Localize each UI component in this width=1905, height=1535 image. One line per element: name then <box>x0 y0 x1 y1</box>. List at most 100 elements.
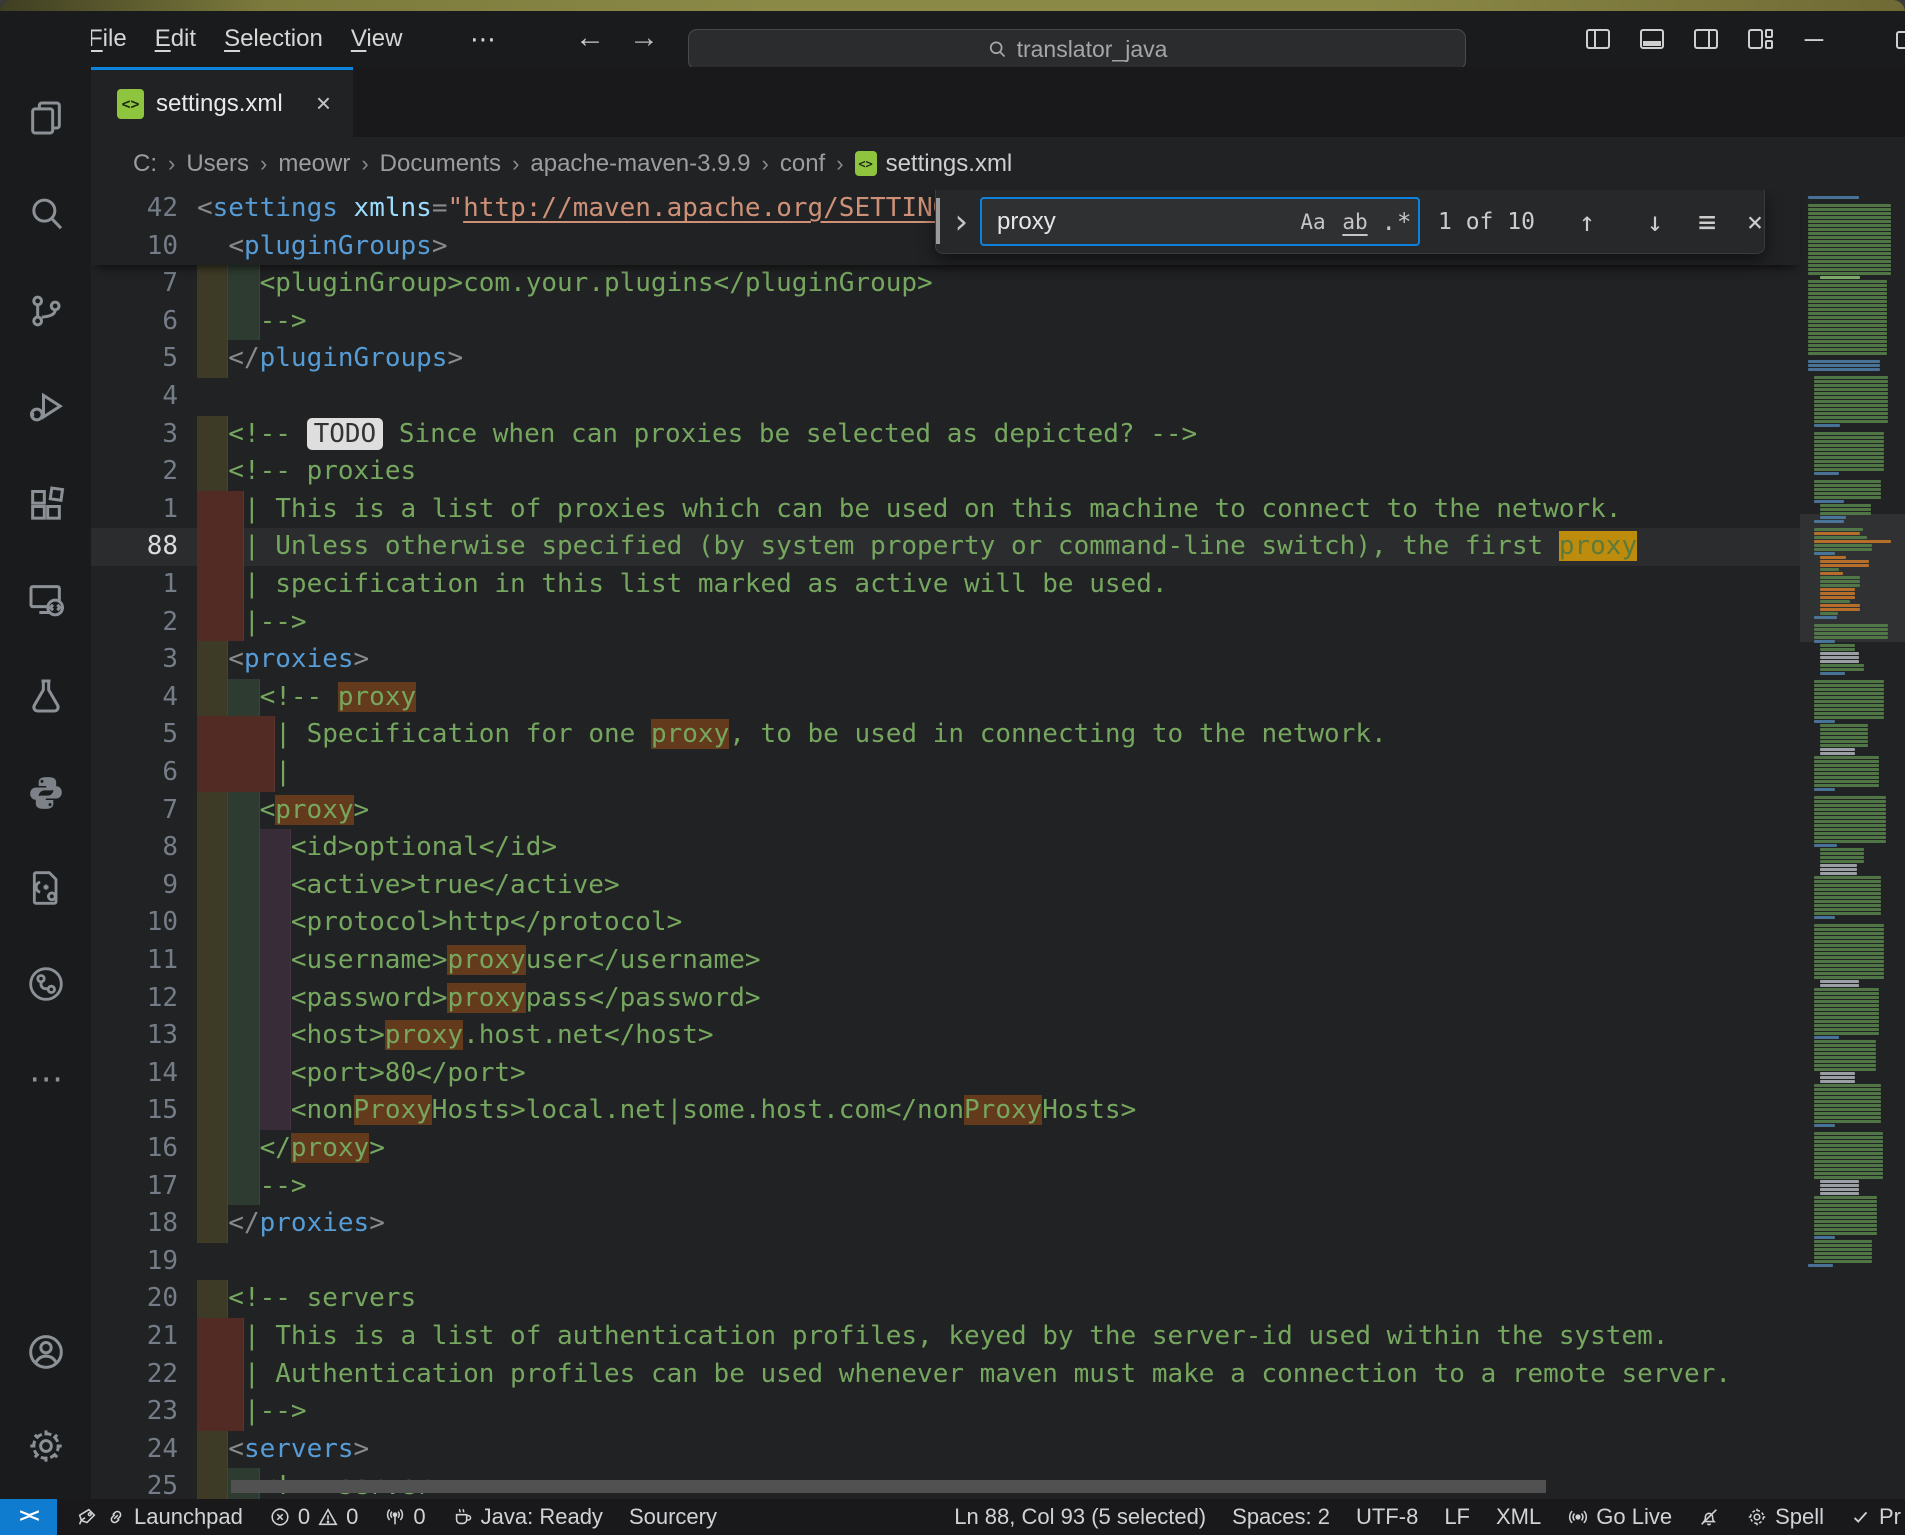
editor[interactable]: 7<pluginGroup>com.your.plugins</pluginGr… <box>91 190 1905 1499</box>
search-sidebar-icon[interactable] <box>25 193 67 235</box>
line-content[interactable]: <port>80</port> <box>197 1055 526 1093</box>
line-content[interactable]: </pluginGroups> <box>197 340 463 378</box>
line-content[interactable]: | This is a list of authentication profi… <box>197 1318 1668 1356</box>
line-content[interactable]: <!-- proxy <box>197 679 416 717</box>
line-content[interactable]: | Specification for one proxy, to be use… <box>197 716 1387 754</box>
code-line[interactable]: 12<password>proxypass</password> <box>91 980 1800 1018</box>
code-line[interactable]: 8<id>optional</id> <box>91 829 1800 867</box>
line-content[interactable]: | <box>197 754 291 792</box>
sourcery-item[interactable]: Sourcery <box>616 1499 730 1535</box>
find-close-icon[interactable]: × <box>1732 190 1778 254</box>
line-content[interactable]: | Authentication profiles can be used wh… <box>197 1356 1731 1394</box>
code-line[interactable]: 3<!-- TODO Since when can proxies be sel… <box>91 416 1800 454</box>
breadcrumb-item[interactable]: Users <box>186 150 249 178</box>
find-in-selection-icon[interactable]: ≡ <box>1684 190 1730 254</box>
toggle-replace-icon[interactable]: › <box>946 190 976 254</box>
explorer-icon[interactable] <box>25 97 67 139</box>
line-content[interactable]: --> <box>197 1168 307 1206</box>
code-line[interactable]: 4 <box>91 378 1800 416</box>
code-line[interactable]: 2|--> <box>91 604 1800 642</box>
spell-item[interactable]: Spell <box>1733 1499 1837 1535</box>
notifications-muted-item[interactable] <box>1685 1499 1733 1535</box>
remote-explorer-icon[interactable] <box>25 579 67 621</box>
line-content[interactable]: |--> <box>197 604 307 642</box>
breadcrumb-item[interactable]: C: <box>133 150 157 178</box>
line-content[interactable]: <!-- proxies <box>197 453 416 491</box>
line-content[interactable]: </proxies> <box>197 1205 385 1243</box>
line-content[interactable]: <username>proxyuser</username> <box>197 942 761 980</box>
line-content[interactable]: <host>proxy.host.net</host> <box>197 1017 714 1055</box>
source-control-icon[interactable] <box>25 290 67 332</box>
code-line[interactable]: 5</pluginGroups> <box>91 340 1800 378</box>
ports-item[interactable]: 0 <box>371 1499 438 1535</box>
menu-edit[interactable]: Edit <box>141 19 210 59</box>
line-content[interactable]: <proxy> <box>197 792 369 830</box>
line-content[interactable]: | specification in this list marked as a… <box>197 566 1168 604</box>
problems-item[interactable]: 0 0 <box>256 1499 372 1535</box>
cursor-position-item[interactable]: Ln 88, Col 93 (5 selected) <box>941 1499 1219 1535</box>
encoding-item[interactable]: UTF-8 <box>1343 1499 1431 1535</box>
launchpad-item[interactable]: Launchpad <box>63 1499 256 1535</box>
customize-layout-icon[interactable] <box>1733 11 1787 67</box>
code-line[interactable]: 17--> <box>91 1168 1800 1206</box>
regex-icon[interactable]: .* <box>1376 203 1418 241</box>
line-content[interactable]: <proxies> <box>197 641 369 679</box>
code-line[interactable]: 3<proxies> <box>91 641 1800 679</box>
whole-word-icon[interactable]: ab <box>1334 203 1376 241</box>
match-case-icon[interactable]: Aa <box>1292 203 1334 241</box>
code-line[interactable]: 9<active>true</active> <box>91 867 1800 905</box>
line-content[interactable]: | This is a list of proxies which can be… <box>197 491 1621 529</box>
code-line[interactable]: 4<!-- proxy <box>91 679 1800 717</box>
line-content[interactable]: | Unless otherwise specified (by system … <box>197 528 1637 566</box>
indentation-item[interactable]: Spaces: 2 <box>1219 1499 1343 1535</box>
maximize-icon[interactable] <box>1896 31 1905 49</box>
line-content[interactable]: <id>optional</id> <box>197 829 557 867</box>
code-line[interactable]: 7<pluginGroup>com.your.plugins</pluginGr… <box>91 265 1800 303</box>
line-content[interactable]: </proxy> <box>197 1130 385 1168</box>
minimap[interactable] <box>1800 190 1905 1499</box>
code-line[interactable]: 6--> <box>91 303 1800 341</box>
code-line[interactable]: 19 <box>91 1243 1800 1281</box>
go-live-item[interactable]: Go Live <box>1554 1499 1685 1535</box>
breadcrumb-file[interactable]: <> settings.xml <box>855 150 1013 178</box>
line-content[interactable]: <!-- servers <box>197 1280 416 1318</box>
tab-settings-xml[interactable]: <> settings.xml × <box>91 67 353 137</box>
code-line[interactable]: 6| <box>91 754 1800 792</box>
code-line[interactable]: 23|--> <box>91 1393 1800 1431</box>
minimize-icon[interactable]: ─ <box>1787 11 1841 67</box>
eol-item[interactable]: LF <box>1431 1499 1483 1535</box>
tab-close-icon[interactable]: × <box>310 86 337 121</box>
line-content[interactable]: <pluginGroups> <box>197 228 447 266</box>
line-content[interactable]: <servers> <box>197 1431 369 1469</box>
line-content[interactable]: <!-- TODO Since when can proxies be sele… <box>197 416 1197 454</box>
code-line[interactable]: 10<protocol>http</protocol> <box>91 904 1800 942</box>
remote-indicator[interactable]: >< <box>0 1499 57 1535</box>
settings-gear-icon[interactable] <box>25 1425 67 1467</box>
code-line[interactable]: 22| Authentication profiles can be used … <box>91 1356 1800 1394</box>
cpp-properties-icon[interactable] <box>25 867 67 909</box>
git-graph-icon[interactable] <box>25 963 67 1005</box>
line-content[interactable]: |--> <box>197 1393 307 1431</box>
line-content[interactable]: <settings xmlns="http://maven.apache.org… <box>197 190 1058 228</box>
code-line[interactable]: 13<host>proxy.host.net</host> <box>91 1017 1800 1055</box>
breadcrumb-item[interactable]: meowr <box>278 150 350 178</box>
additional-views-icon[interactable]: ⋯ <box>25 1058 67 1100</box>
breadcrumb-item[interactable]: Documents <box>380 150 501 178</box>
code-line[interactable]: 14<port>80</port> <box>91 1055 1800 1093</box>
line-content[interactable]: <active>true</active> <box>197 867 620 905</box>
code-line[interactable]: 11<username>proxyuser</username> <box>91 942 1800 980</box>
menu-more-button[interactable]: ⋯ <box>456 11 510 67</box>
horizontal-scrollbar[interactable] <box>231 1480 1546 1493</box>
code-line[interactable]: 88| Unless otherwise specified (by syste… <box>91 528 1800 566</box>
java-status-item[interactable]: Java: Ready <box>439 1499 616 1535</box>
prettier-item[interactable]: Pr <box>1837 1499 1905 1535</box>
line-content[interactable]: <pluginGroup>com.your.plugins</pluginGro… <box>197 265 933 303</box>
code-line[interactable]: 2<!-- proxies <box>91 453 1800 491</box>
code-area[interactable]: 7<pluginGroup>com.your.plugins</pluginGr… <box>91 190 1800 1499</box>
menu-view[interactable]: View <box>337 19 417 59</box>
language-mode-item[interactable]: XML <box>1483 1499 1554 1535</box>
code-line[interactable]: 20<!-- servers <box>91 1280 1800 1318</box>
python-icon[interactable] <box>25 772 67 814</box>
code-line[interactable]: 21| This is a list of authentication pro… <box>91 1318 1800 1356</box>
code-line[interactable]: 24<servers> <box>91 1431 1800 1469</box>
